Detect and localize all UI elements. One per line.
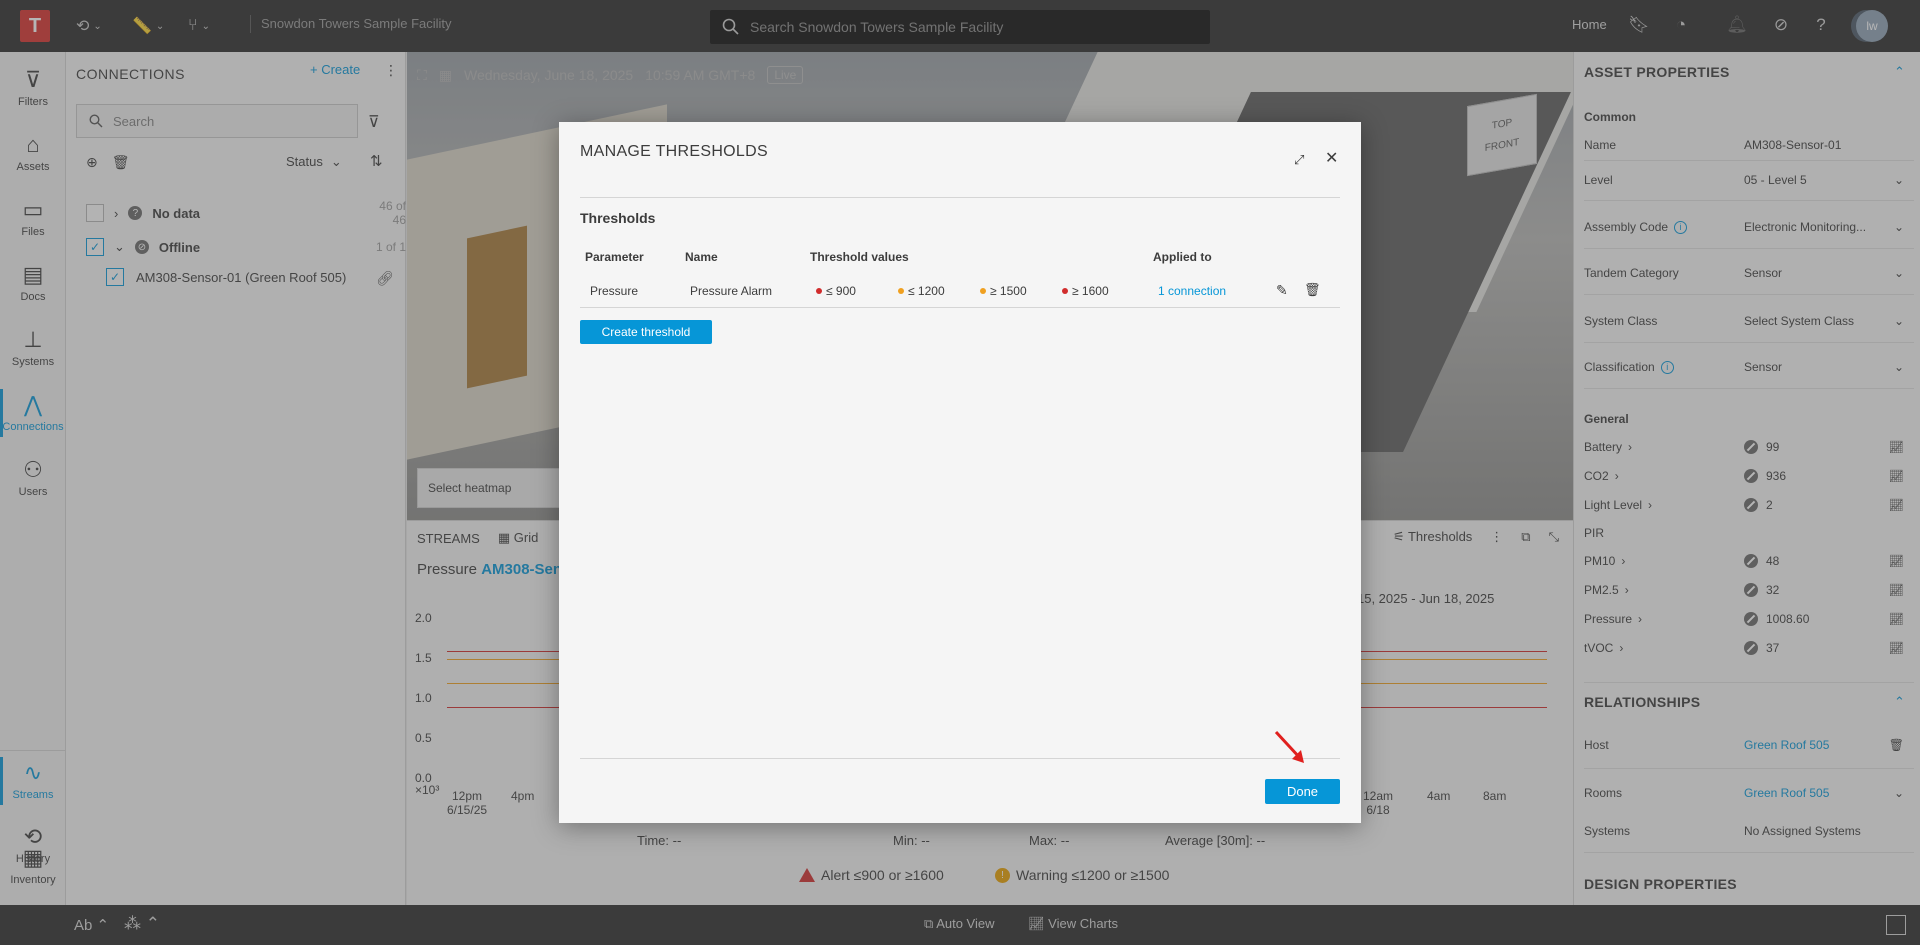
divider xyxy=(580,197,1340,198)
threshold-text: ≤ 900 xyxy=(826,284,856,298)
dialog-title: MANAGE THRESHOLDS xyxy=(580,143,768,160)
applied-to-link[interactable]: 1 connection xyxy=(1158,284,1226,298)
threshold-value: ≥ 1500 xyxy=(980,284,1027,298)
col-applied-to: Applied to xyxy=(1153,250,1212,264)
annotation-arrow-icon xyxy=(1274,730,1304,763)
edit-icon[interactable]: ✎ xyxy=(1276,282,1288,299)
row-parameter: Pressure xyxy=(590,284,639,298)
threshold-value: ≥ 1600 xyxy=(1062,284,1109,298)
alert-dot xyxy=(816,288,822,294)
divider xyxy=(580,758,1340,759)
col-name: Name xyxy=(685,250,718,264)
trash-icon[interactable]: 🗑︎ xyxy=(1304,282,1321,298)
divider xyxy=(580,307,1340,308)
warning-dot xyxy=(980,288,986,294)
create-threshold-button[interactable]: Create threshold xyxy=(580,320,712,344)
threshold-value: ≤ 900 xyxy=(816,284,856,298)
close-icon[interactable]: ✕ xyxy=(1325,148,1338,168)
threshold-text: ≥ 1600 xyxy=(1072,284,1109,298)
threshold-text: ≤ 1200 xyxy=(908,284,945,298)
done-button[interactable]: Done xyxy=(1265,779,1340,804)
threshold-text: ≥ 1500 xyxy=(990,284,1027,298)
threshold-value: ≤ 1200 xyxy=(898,284,945,298)
alert-dot xyxy=(1062,288,1068,294)
warning-dot xyxy=(898,288,904,294)
col-parameter: Parameter xyxy=(585,250,644,264)
row-name: Pressure Alarm xyxy=(690,284,773,298)
expand-icon[interactable]: ⤢ xyxy=(1294,152,1304,168)
col-threshold-values: Threshold values xyxy=(810,250,909,264)
thresholds-heading: Thresholds xyxy=(580,210,656,226)
manage-thresholds-dialog: MANAGE THRESHOLDS ⤢ ✕ Thresholds Paramet… xyxy=(559,122,1361,823)
